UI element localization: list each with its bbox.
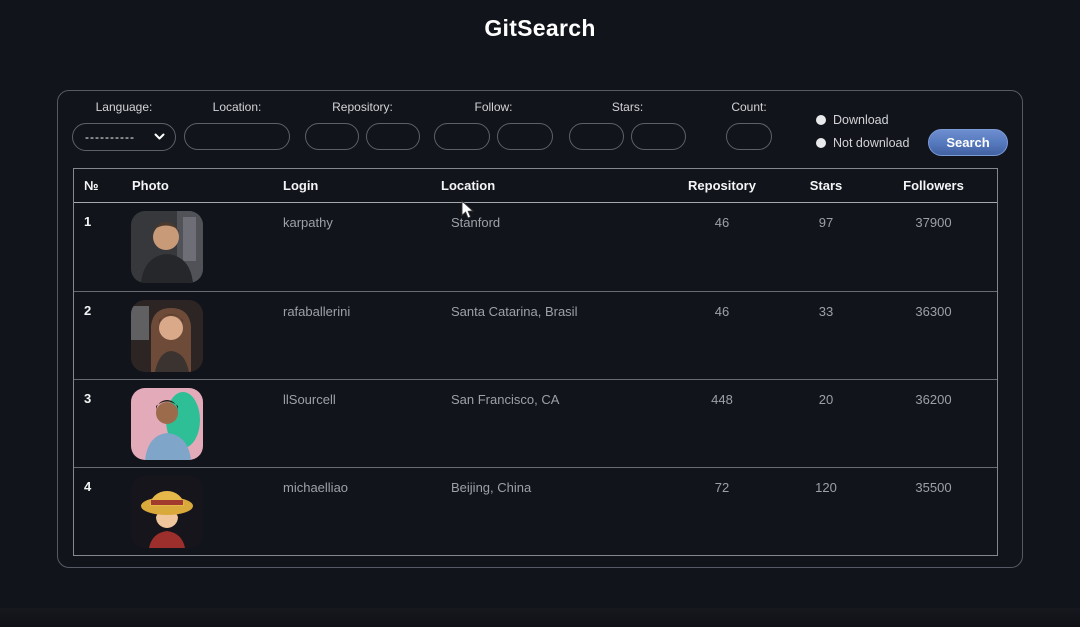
login-cell[interactable]: karpathy: [276, 203, 434, 230]
login-cell[interactable]: llSourcell: [276, 380, 434, 407]
table-row: 1 karpathyStanford469737900: [74, 203, 997, 291]
user-avatar[interactable]: [131, 211, 203, 283]
photo-cell: [124, 468, 276, 548]
filter-group-follow: Follow:: [434, 100, 553, 150]
location-label: Location:: [213, 100, 262, 114]
table-row: 2 rafaballeriniSanta Catarina, Brasil463…: [74, 291, 997, 379]
page-title: GitSearch: [0, 15, 1080, 42]
download-radio-group: Download Not download: [816, 113, 909, 150]
table-header-row: № Photo Login Location Repository Stars …: [74, 169, 997, 203]
repository-label: Repository:: [332, 100, 393, 114]
count-label: Count:: [731, 100, 766, 114]
follow-max-input[interactable]: [497, 123, 553, 150]
followers-cell: 37900: [870, 203, 997, 230]
stars-cell: 33: [782, 292, 870, 319]
filter-group-stars: Stars:: [569, 100, 686, 150]
location-cell: Santa Catarina, Brasil: [434, 292, 662, 319]
repository-min-input[interactable]: [305, 123, 359, 150]
repository-cell: 46: [662, 203, 782, 230]
filter-group-repository: Repository:: [305, 100, 420, 150]
count-input[interactable]: [726, 123, 772, 150]
table-row: 4 michaelliaoBeijing, China7212035500: [74, 467, 997, 555]
location-cell: Stanford: [434, 203, 662, 230]
row-number: 2: [74, 292, 124, 318]
photo-cell: [124, 380, 276, 460]
row-number: 4: [74, 468, 124, 494]
radio-download-dot[interactable]: [816, 115, 826, 125]
repository-cell: 46: [662, 292, 782, 319]
filter-group-count: Count:: [726, 100, 772, 150]
header-location: Location: [434, 178, 662, 193]
table-row: 3 llSourcellSan Francisco, CA4482036200: [74, 379, 997, 467]
table-body: 1 karpathyStanford4697379002 rafaballeri…: [74, 203, 997, 555]
follow-label: Follow:: [474, 100, 512, 114]
radio-download-label: Download: [833, 113, 889, 127]
photo-cell: [124, 203, 276, 283]
language-select-value: ----------: [85, 130, 135, 144]
stars-max-input[interactable]: [631, 123, 686, 150]
chevron-down-icon: [154, 128, 165, 146]
header-login: Login: [276, 178, 434, 193]
header-stars: Stars: [782, 178, 870, 193]
user-avatar[interactable]: [131, 388, 203, 460]
header-repository: Repository: [662, 178, 782, 193]
language-label: Language:: [96, 100, 153, 114]
followers-cell: 35500: [870, 468, 997, 495]
row-number: 3: [74, 380, 124, 406]
filter-group-language: Language: ----------: [72, 100, 176, 151]
location-cell: Beijing, China: [434, 468, 662, 495]
login-cell[interactable]: michaelliao: [276, 468, 434, 495]
row-number: 1: [74, 203, 124, 229]
stars-min-input[interactable]: [569, 123, 624, 150]
search-button[interactable]: Search: [928, 129, 1008, 156]
filter-bar: Language: ---------- Location: Repositor…: [58, 91, 1022, 161]
user-avatar[interactable]: [131, 300, 203, 372]
results-table: № Photo Login Location Repository Stars …: [73, 168, 998, 556]
radio-not-download-dot[interactable]: [816, 138, 826, 148]
radio-download[interactable]: Download: [816, 113, 909, 127]
filter-group-location: Location:: [184, 100, 290, 150]
stars-cell: 120: [782, 468, 870, 495]
location-input[interactable]: [184, 123, 290, 150]
repository-cell: 72: [662, 468, 782, 495]
radio-not-download[interactable]: Not download: [816, 136, 909, 150]
header-followers: Followers: [870, 178, 997, 193]
followers-cell: 36200: [870, 380, 997, 407]
repository-cell: 448: [662, 380, 782, 407]
radio-not-download-label: Not download: [833, 136, 909, 150]
language-select[interactable]: ----------: [72, 123, 176, 151]
user-avatar[interactable]: [131, 476, 203, 548]
header-number: №: [74, 178, 124, 193]
login-cell[interactable]: rafaballerini: [276, 292, 434, 319]
stars-cell: 97: [782, 203, 870, 230]
repository-max-input[interactable]: [366, 123, 420, 150]
stars-cell: 20: [782, 380, 870, 407]
photo-cell: [124, 292, 276, 372]
follow-min-input[interactable]: [434, 123, 490, 150]
header-photo: Photo: [124, 178, 276, 193]
location-cell: San Francisco, CA: [434, 380, 662, 407]
search-panel: Language: ---------- Location: Repositor…: [57, 90, 1023, 568]
followers-cell: 36300: [870, 292, 997, 319]
stars-label: Stars:: [612, 100, 643, 114]
